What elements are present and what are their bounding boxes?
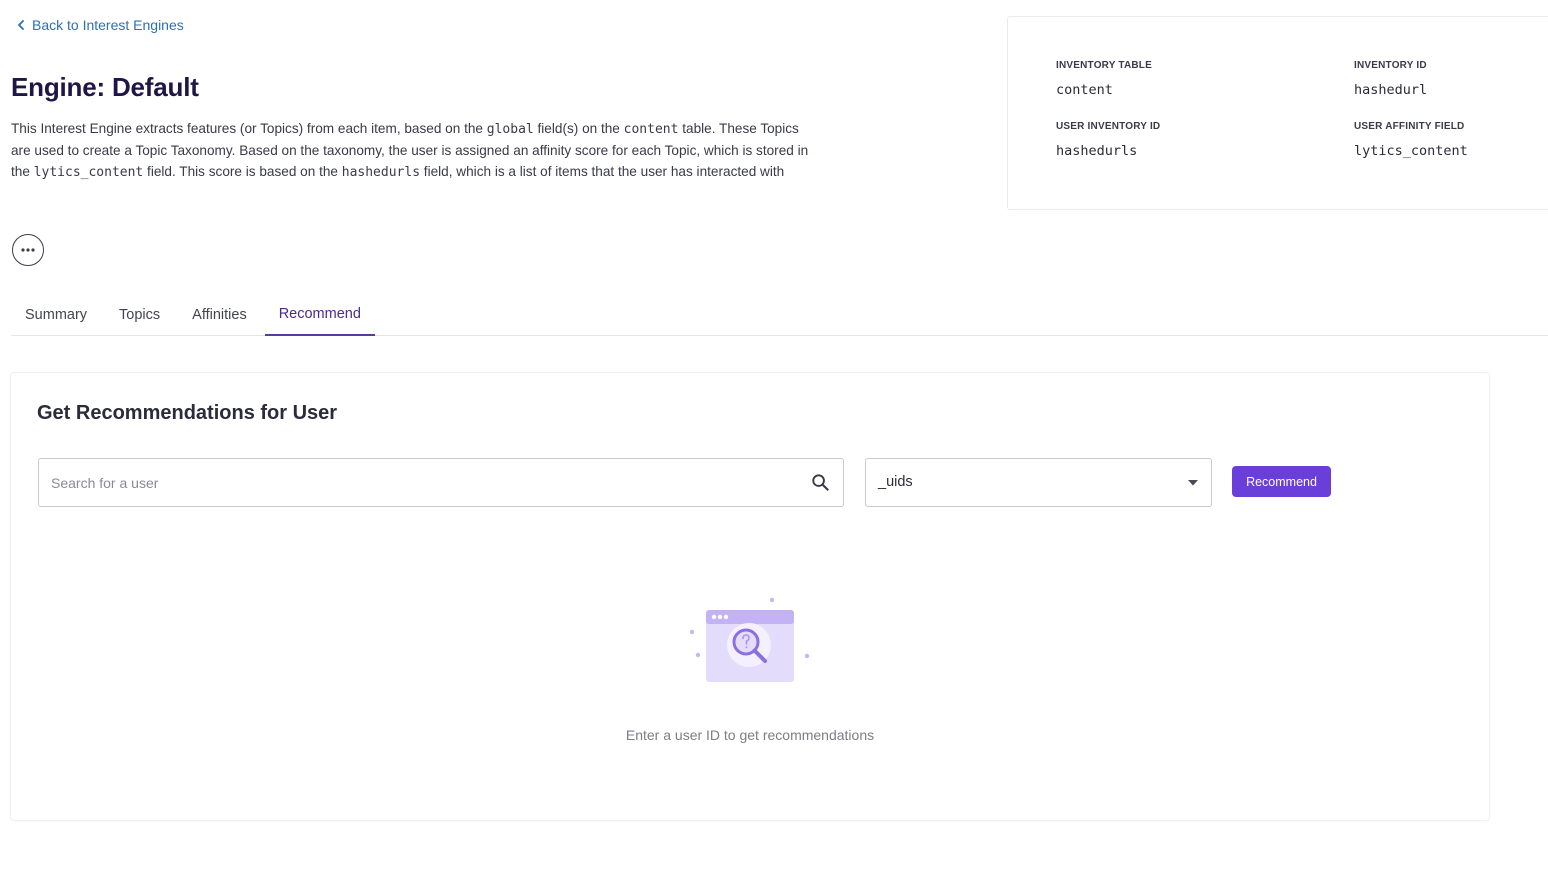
description-code-field: global: [486, 122, 534, 137]
recommend-button[interactable]: Recommend: [1232, 466, 1331, 497]
identifier-field-select-value: _uids: [878, 474, 913, 490]
more-horizontal-icon: [21, 248, 35, 252]
user-affinity-field-label: USER AFFINITY FIELD: [1354, 121, 1465, 132]
chevron-down-icon: [1188, 480, 1198, 486]
user-inventory-id-label: USER INVENTORY ID: [1056, 121, 1161, 132]
tab-affinities[interactable]: Affinities: [178, 294, 261, 335]
description-code-source-field: hashedurls: [341, 165, 421, 181]
description-text: field. This score is based on the: [143, 164, 342, 180]
inventory-id-value: hashedurl: [1354, 82, 1428, 98]
inventory-id-field: INVENTORY ID hashedurl: [1354, 60, 1427, 98]
description-code-table: content: [623, 122, 679, 137]
recommend-panel: Get Recommendations for User _uids Recom…: [11, 373, 1489, 820]
back-link-label: Back to Interest Engines: [32, 17, 184, 33]
tab-topics[interactable]: Topics: [105, 294, 174, 335]
inventory-id-label: INVENTORY ID: [1354, 60, 1427, 71]
engine-tabs: Summary Topics Affinities Recommend: [11, 294, 1548, 336]
engine-description: This Interest Engine extracts features (…: [11, 118, 821, 184]
empty-state-message: Enter a user ID to get recommendations: [625, 727, 875, 743]
page: Back to Interest Engines Engine: Default…: [0, 0, 1548, 890]
user-inventory-id-field: USER INVENTORY ID hashedurls: [1056, 121, 1160, 159]
recommend-panel-title: Get Recommendations for User: [37, 402, 338, 424]
engine-info-card: INVENTORY TABLE content INVENTORY ID has…: [1007, 16, 1548, 210]
description-text: field(s) on the: [533, 121, 624, 136]
description-text: This Interest Engine extracts features (…: [11, 121, 487, 136]
description-code-affinity-field: lytics_content: [33, 165, 144, 181]
user-affinity-field: USER AFFINITY FIELD lytics_content: [1354, 121, 1468, 159]
user-search-box: [38, 458, 844, 507]
tab-recommend[interactable]: Recommend: [264, 294, 375, 336]
inventory-table-value: content: [1056, 82, 1113, 98]
more-actions-button[interactable]: [12, 234, 44, 266]
user-search-input[interactable]: [39, 459, 799, 506]
chevron-left-icon: [18, 20, 24, 30]
description-text: field, which is a list of items that the…: [420, 164, 785, 180]
user-inventory-id-value: hashedurls: [1056, 143, 1138, 159]
inventory-table-label: INVENTORY TABLE: [1056, 60, 1152, 71]
page-title: Engine: Default: [11, 72, 199, 102]
tab-summary[interactable]: Summary: [11, 294, 101, 335]
empty-search-illustration-icon: [689, 597, 810, 682]
inventory-table-field: INVENTORY TABLE content: [1056, 60, 1152, 98]
back-to-interest-engines-link[interactable]: Back to Interest Engines: [16, 17, 184, 33]
search-icon[interactable]: [811, 473, 830, 492]
user-affinity-field-value: lytics_content: [1354, 143, 1468, 159]
identifier-field-select[interactable]: _uids: [865, 458, 1212, 507]
